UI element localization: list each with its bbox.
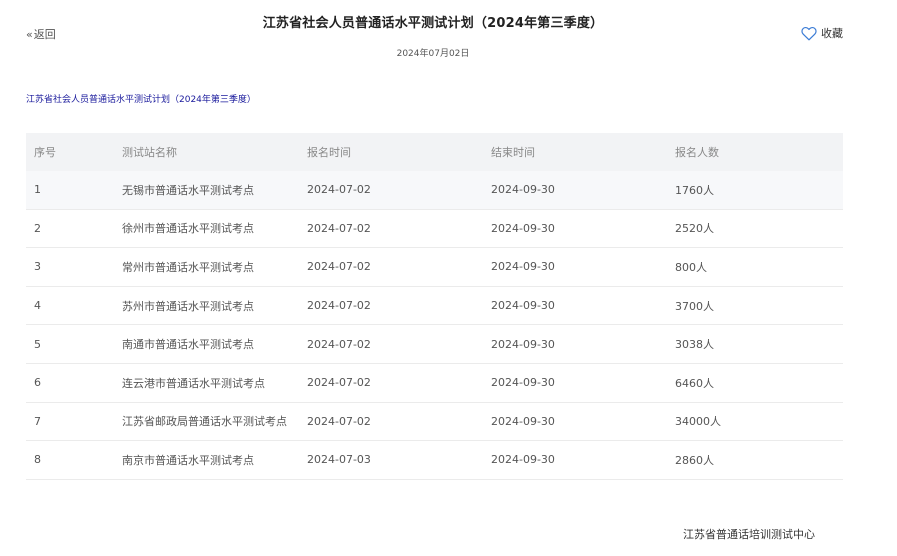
cell-end-date: 2024-09-30	[491, 324, 675, 364]
cell-register-date: 2024-07-02	[307, 247, 491, 287]
cell-register-date: 2024-07-02	[307, 209, 491, 249]
column-header-count: 报名人数	[675, 146, 719, 159]
cell-end-date: 2024-09-30	[491, 171, 675, 210]
cell-end-date: 2024-09-30	[491, 286, 675, 326]
cell-index: 2	[26, 209, 122, 249]
cell-index: 8	[26, 440, 122, 480]
table-row: 7 江苏省邮政局普通话水平测试考点 2024-07-02 2024-09-30 …	[26, 402, 843, 442]
cell-index: 4	[26, 286, 122, 326]
cell-index: 5	[26, 324, 122, 364]
table-row: 1 无锡市普通话水平测试考点 2024-07-02 2024-09-30 176…	[26, 171, 843, 210]
column-header-station: 测试站名称	[122, 146, 177, 159]
footer-organization: 江苏省普通话培训测试中心	[683, 528, 815, 541]
cell-count: 3038人	[675, 324, 843, 364]
cell-station: 苏州市普通话水平测试考点	[122, 286, 307, 326]
cell-count: 3700人	[675, 286, 843, 326]
column-header-register-date: 报名时间	[307, 146, 351, 159]
cell-register-date: 2024-07-03	[307, 440, 491, 480]
cell-register-date: 2024-07-02	[307, 402, 491, 442]
favorite-button[interactable]: 收藏	[801, 25, 843, 41]
table-row: 4 苏州市普通话水平测试考点 2024-07-02 2024-09-30 370…	[26, 286, 843, 326]
cell-register-date: 2024-07-02	[307, 363, 491, 403]
cell-station: 江苏省邮政局普通话水平测试考点	[122, 402, 307, 442]
table-row: 8 南京市普通话水平测试考点 2024-07-03 2024-09-30 286…	[26, 440, 843, 480]
table-header-row: 序号 测试站名称 报名时间 结束时间 报名人数	[26, 133, 843, 171]
publish-date: 2024年07月02日	[396, 49, 470, 59]
table-row: 3 常州市普通话水平测试考点 2024-07-02 2024-09-30 800…	[26, 247, 843, 287]
cell-end-date: 2024-09-30	[491, 363, 675, 403]
cell-station: 南通市普通话水平测试考点	[122, 324, 307, 364]
cell-count: 800人	[675, 247, 843, 287]
cell-count: 2520人	[675, 209, 843, 249]
cell-station: 无锡市普通话水平测试考点	[122, 171, 307, 210]
cell-end-date: 2024-09-30	[491, 247, 675, 287]
cell-end-date: 2024-09-30	[491, 440, 675, 480]
column-header-end-date: 结束时间	[491, 146, 535, 159]
page-title: 江苏省社会人员普通话水平测试计划（2024年第三季度）	[262, 16, 604, 31]
heart-icon	[801, 26, 817, 40]
test-plan-table: 序号 测试站名称 报名时间 结束时间 报名人数 1 无锡市普通话水平测试考点 2…	[26, 133, 843, 480]
cell-count: 1760人	[675, 171, 843, 210]
cell-register-date: 2024-07-02	[307, 286, 491, 326]
cell-index: 3	[26, 247, 122, 287]
cell-end-date: 2024-09-30	[491, 402, 675, 442]
cell-register-date: 2024-07-02	[307, 324, 491, 364]
cell-end-date: 2024-09-30	[491, 209, 675, 249]
cell-register-date: 2024-07-02	[307, 171, 491, 210]
cell-index: 7	[26, 402, 122, 442]
document-link[interactable]: 江苏省社会人员普通话水平测试计划（2024年第三季度）	[26, 92, 256, 105]
cell-index: 6	[26, 363, 122, 403]
table-row: 5 南通市普通话水平测试考点 2024-07-02 2024-09-30 303…	[26, 324, 843, 364]
favorite-label: 收藏	[821, 27, 843, 40]
cell-station: 徐州市普通话水平测试考点	[122, 209, 307, 249]
cell-station: 常州市普通话水平测试考点	[122, 247, 307, 287]
cell-station: 南京市普通话水平测试考点	[122, 440, 307, 480]
cell-station: 连云港市普通话水平测试考点	[122, 363, 307, 403]
cell-count: 2860人	[675, 440, 843, 480]
table-row: 2 徐州市普通话水平测试考点 2024-07-02 2024-09-30 252…	[26, 209, 843, 249]
cell-count: 34000人	[675, 402, 843, 442]
cell-count: 6460人	[675, 363, 843, 403]
cell-index: 1	[26, 171, 122, 210]
table-row: 6 连云港市普通话水平测试考点 2024-07-02 2024-09-30 64…	[26, 363, 843, 403]
column-header-index: 序号	[34, 146, 56, 159]
